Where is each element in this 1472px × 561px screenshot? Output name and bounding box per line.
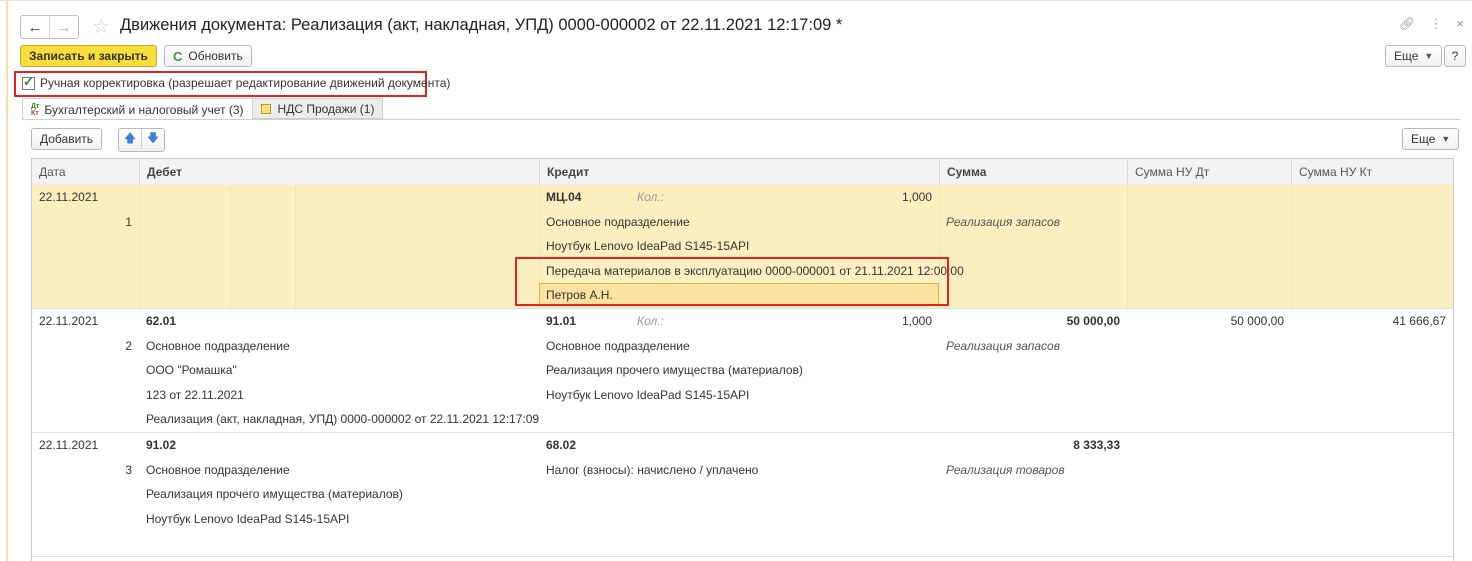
column-separator [1127, 185, 1128, 308]
chevron-down-icon: ▼ [1441, 134, 1451, 144]
window-title: Движения документа: Реализация (акт, нак… [120, 16, 843, 34]
table-row[interactable]: 22.11.2021 2 62.01 Основное подразделение ОО… [32, 309, 1453, 433]
cell-debit-subconto: ООО "Ромашка" [146, 363, 237, 378]
favorite-star-icon[interactable]: ☆ [92, 14, 110, 39]
cell-debit-subconto: 123 от 22.11.2021 [146, 387, 244, 402]
column-date[interactable]: Дата [32, 159, 139, 185]
help-button[interactable]: ? [1444, 45, 1466, 67]
column-separator [295, 185, 296, 308]
column-nu-dt[interactable]: Сумма НУ Дт [1127, 159, 1291, 185]
refresh-icon: C [173, 48, 183, 64]
cell-quantity-label: Кол.: [637, 190, 664, 204]
cell-amount: 8 333,33 [1073, 438, 1120, 452]
title-bar: ← → ☆ Движения документа: Реализация (ак… [20, 10, 1464, 40]
cell-nu-kt: 41 666,67 [1392, 314, 1446, 328]
window-controls: 🔗︎ ⋮ × [1399, 16, 1464, 32]
refresh-label: Обновить [188, 49, 243, 63]
cell-debit-subconto: Реализация прочего имущества (материалов… [146, 487, 403, 502]
tab-vat-sales-label: НДС Продажи (1) [277, 101, 375, 116]
tab-vat-sales[interactable]: НДС Продажи (1) [252, 98, 384, 119]
arrow-up-icon: 🡅 [123, 130, 137, 145]
table-header: Дата Дебет Кредит Сумма Сумма НУ Дт Сумм… [32, 159, 1453, 186]
cell-credit-subconto: Реализация прочего имущества (материалов… [546, 363, 803, 378]
arrow-right-icon: → [56, 18, 72, 36]
cell-content: Реализация запасов [946, 214, 1060, 229]
cell-quantity: 1,000 [901, 314, 932, 328]
refresh-button[interactable]: C Обновить [164, 45, 252, 67]
manual-correction-label: Ручная корректировка (разрешает редактир… [40, 76, 451, 90]
tab-accounting[interactable]: Дт Кт Бухгалтерский и налоговый учет (3) [22, 98, 253, 120]
link-icon[interactable]: 🔗︎ [1399, 16, 1416, 32]
column-nu-kt[interactable]: Сумма НУ Кт [1291, 159, 1453, 185]
cell-credit-subconto: Основное подразделение [546, 214, 690, 229]
move-buttons: 🡅 🡇 [118, 128, 165, 152]
cell-content: Реализация товаров [946, 462, 1065, 477]
back-button[interactable]: ← [21, 16, 49, 38]
close-icon[interactable]: × [1456, 16, 1464, 32]
top-border [0, 0, 1472, 1]
register-icon [260, 103, 271, 114]
chevron-down-icon: ▼ [1424, 51, 1434, 61]
column-separator [1291, 185, 1292, 308]
column-separator [139, 185, 140, 308]
dt-kt-icon: Дт Кт [31, 102, 40, 117]
cell-date: 22.11.2021 [39, 438, 99, 452]
cell-debit-subconto: Реализация (акт, накладная, УПД) 0000-00… [146, 412, 540, 427]
more-button[interactable]: Еще ▼ [1385, 45, 1443, 67]
cell-credit-subconto: Ноутбук Lenovo IdeaPad S145-15API [546, 387, 750, 402]
cell-line-number: 2 [125, 338, 132, 353]
column-credit[interactable]: Кредит [539, 159, 939, 185]
arrow-down-icon: 🡇 [146, 130, 160, 145]
column-amount[interactable]: Сумма [939, 159, 1127, 185]
arrow-left-icon: ← [27, 18, 43, 36]
add-button[interactable]: Добавить [31, 128, 103, 150]
table-row[interactable]: 22.11.2021 3 91.02 Основное подразделение Ре… [32, 433, 1453, 557]
move-up-button[interactable]: 🡅 [119, 129, 141, 149]
cell-quantity: 1,000 [901, 190, 932, 204]
cell-date: 22.11.2021 [39, 314, 99, 328]
column-separator [230, 185, 231, 308]
move-down-button[interactable]: 🡇 [141, 129, 164, 149]
left-edge [6, 0, 8, 561]
table-more-button[interactable]: Еще ▼ [1402, 128, 1460, 150]
tab-strip: Дт Кт Бухгалтерский и налоговый учет (3) … [22, 98, 384, 120]
cell-line-number: 1 [125, 214, 132, 229]
cell-debit-account: 62.01 [146, 314, 177, 328]
forward-button[interactable]: → [49, 16, 78, 38]
cell-amount: 50 000,00 [1066, 314, 1120, 328]
manual-correction-checkbox[interactable]: Ручная корректировка (разрешает редактир… [22, 74, 451, 90]
cell-debit-account: 91.02 [146, 438, 177, 452]
cell-credit-account: 91.01 [546, 314, 577, 328]
cell-credit-subconto: Налог (взносы): начислено / уплачено [546, 462, 759, 477]
column-debit[interactable]: Дебет [139, 159, 539, 185]
cell-credit-subconto: Ноутбук Lenovo IdeaPad S145-15API [546, 239, 750, 254]
cell-credit-account: МЦ.04 [546, 190, 582, 204]
cell-nu-dt: 50 000,00 [1230, 314, 1284, 328]
tab-accounting-label: Бухгалтерский и налоговый учет (3) [44, 102, 244, 117]
cell-debit-subconto: Основное подразделение [146, 462, 290, 477]
navigation-group: ← → [20, 15, 79, 39]
cell-content: Реализация запасов [946, 338, 1060, 353]
tab-divider [22, 119, 1460, 120]
cell-line-number: 3 [125, 462, 132, 477]
cell-debit-subconto: Ноутбук Lenovo IdeaPad S145-15API [146, 511, 350, 526]
cell-date: 22.11.2021 [39, 190, 99, 204]
more-label: Еще [1394, 49, 1419, 63]
checkbox-checked-icon[interactable] [22, 74, 35, 90]
cell-debit-subconto: Основное подразделение [146, 338, 290, 353]
credit-highlight-frame [515, 257, 949, 306]
cell-credit-account: 68.02 [546, 438, 577, 452]
movements-table[interactable]: Дата Дебет Кредит Сумма Сумма НУ Дт Сумм… [31, 158, 1454, 561]
table-more-label: Еще [1411, 132, 1436, 146]
cell-credit-subconto: Основное подразделение [546, 338, 690, 353]
save-and-close-button[interactable]: Записать и закрыть [20, 45, 157, 67]
cell-quantity-label: Кол.: [637, 314, 664, 328]
more-icon[interactable]: ⋮ [1429, 16, 1442, 32]
